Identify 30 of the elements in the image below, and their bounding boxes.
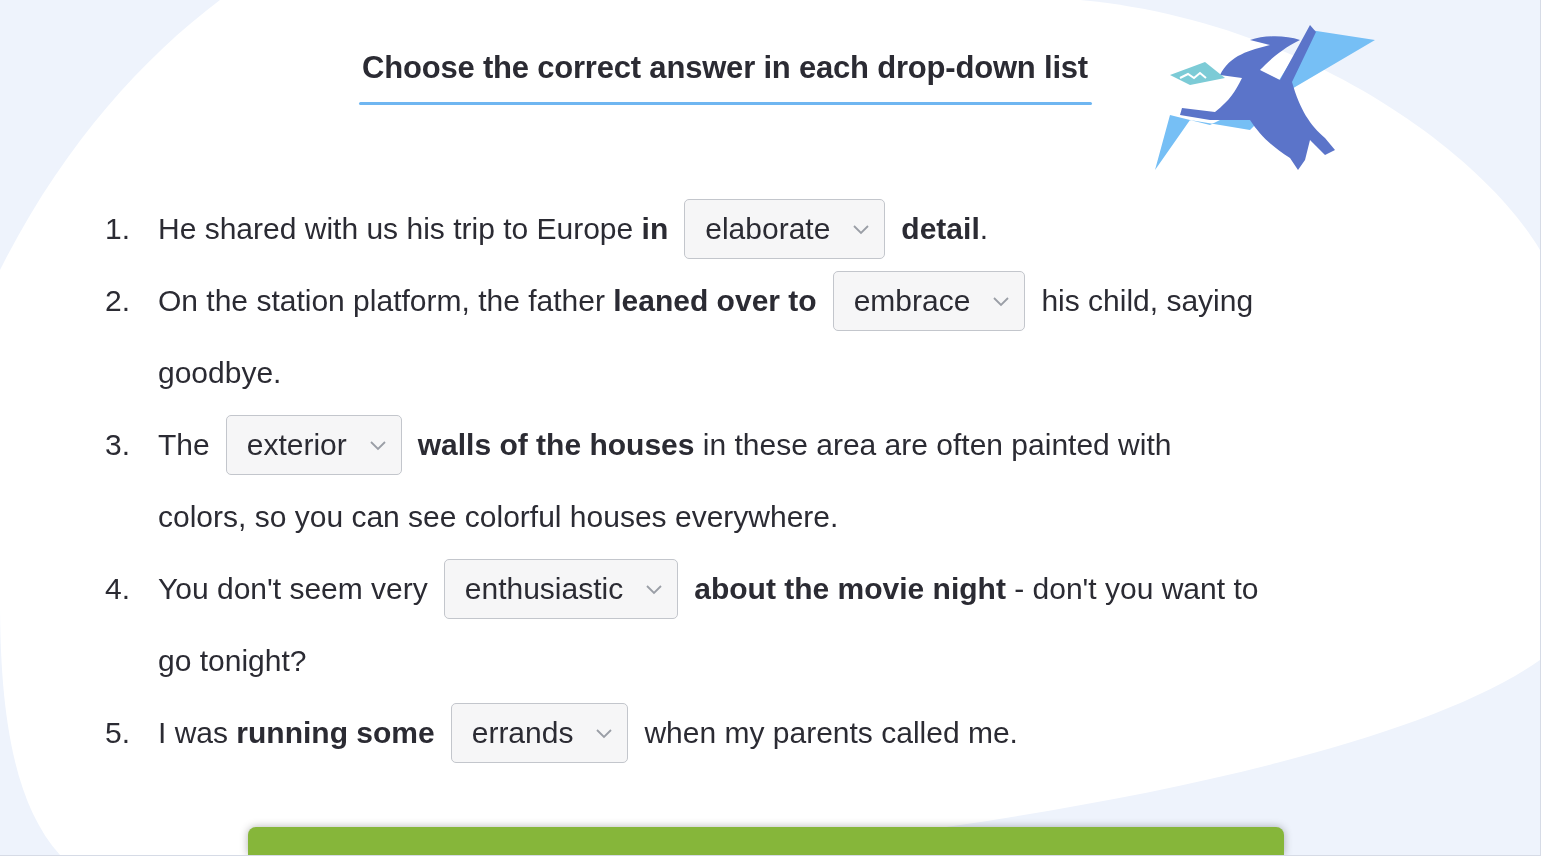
answer-dropdown[interactable]: exterior bbox=[225, 415, 402, 475]
sentence-text: You don't seem very bbox=[158, 571, 428, 607]
action-button[interactable] bbox=[248, 827, 1284, 855]
chevron-down-icon bbox=[852, 223, 871, 235]
chevron-down-icon bbox=[992, 295, 1011, 307]
answer-dropdown[interactable]: errands bbox=[450, 703, 629, 763]
question-number: 1. bbox=[103, 211, 130, 247]
answer-dropdown[interactable]: enthusiastic bbox=[443, 559, 679, 619]
sentence-text: I was running some bbox=[158, 715, 435, 751]
sentence-text: goodbye. bbox=[158, 355, 282, 391]
sentence-text: walls of the houses in these area are often painted with bbox=[417, 427, 1172, 463]
sentence-text: about the movie night - don't you want to bbox=[694, 571, 1259, 607]
sentence-text: He shared with us his trip to Europe in bbox=[158, 211, 669, 247]
question-number: 2. bbox=[103, 283, 130, 319]
sentence-text: On the station platform, the father leaned over to bbox=[158, 283, 817, 319]
question-number: 5. bbox=[103, 715, 130, 751]
instruction-title: Choose the correct answer in each drop-down list bbox=[362, 50, 1088, 86]
sentence-text: detail. bbox=[901, 211, 989, 247]
question-number: 4. bbox=[103, 571, 130, 607]
question-number: 3. bbox=[103, 427, 130, 463]
chevron-down-icon bbox=[595, 727, 614, 739]
sentence-text: The bbox=[158, 427, 210, 463]
sentence-text: go tonight? bbox=[158, 643, 307, 679]
answer-dropdown[interactable]: embrace bbox=[832, 271, 1026, 331]
sentence-text: colors, so you can see colorful houses everywhere. bbox=[158, 499, 839, 535]
chevron-down-icon bbox=[368, 439, 387, 451]
sentence-text: his child, saying bbox=[1041, 283, 1254, 319]
answer-dropdown[interactable]: elaborate bbox=[684, 199, 886, 259]
chevron-down-icon bbox=[645, 583, 664, 595]
sentence-text: when my parents called me. bbox=[644, 715, 1018, 751]
